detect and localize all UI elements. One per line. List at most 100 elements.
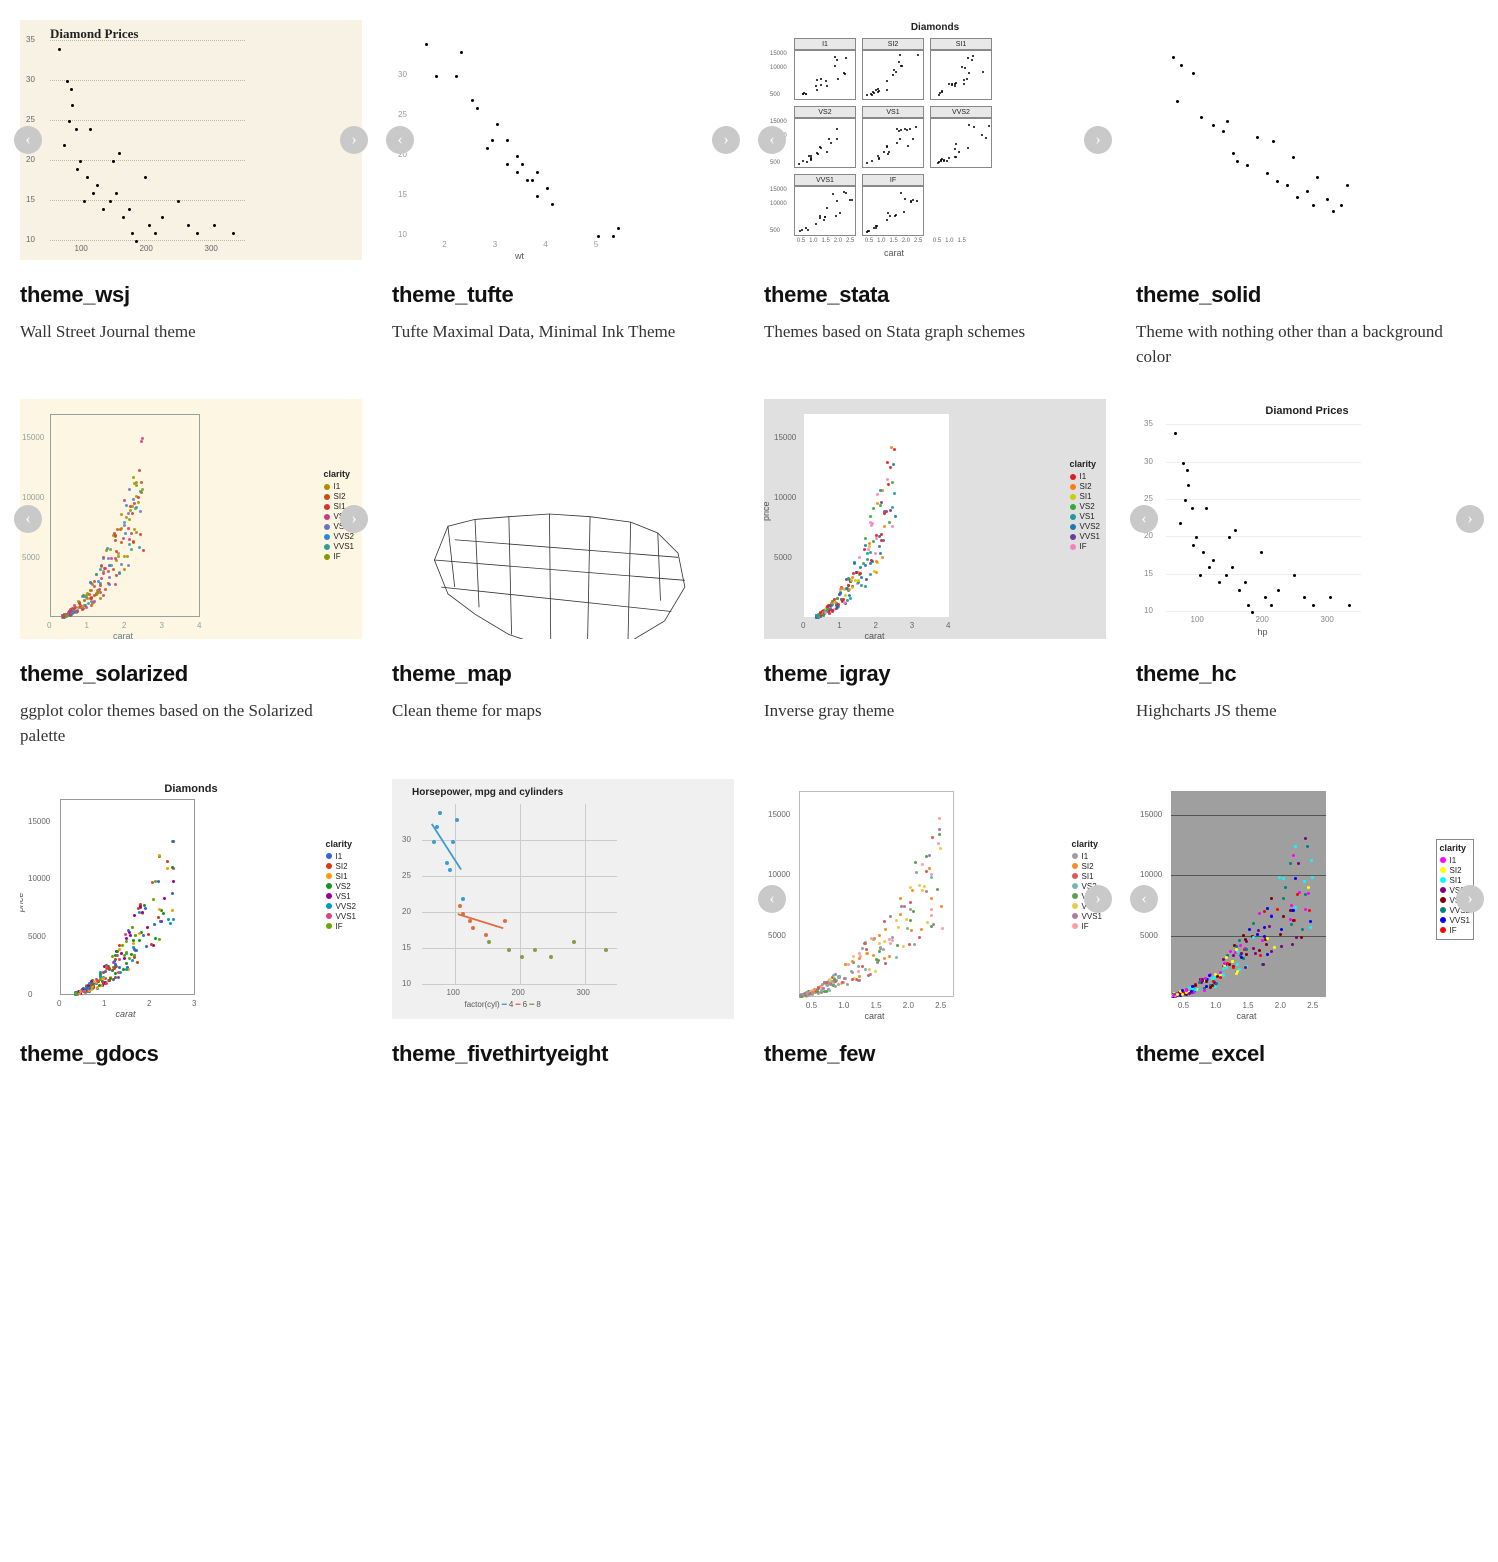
data-point <box>971 59 973 61</box>
data-point <box>1290 904 1293 907</box>
data-point <box>516 171 519 174</box>
carousel-next-icon[interactable]: › <box>712 126 740 154</box>
data-point <box>849 597 852 600</box>
x-tick: 300 <box>1321 615 1334 624</box>
carousel-prev-icon[interactable]: ‹ <box>386 126 414 154</box>
data-point <box>823 219 825 221</box>
data-point <box>506 139 509 142</box>
carousel-prev-icon[interactable]: ‹ <box>1130 885 1158 913</box>
y-tick: 15000 <box>770 119 787 125</box>
data-point <box>1238 589 1241 592</box>
carousel-next-icon[interactable]: › <box>340 505 368 533</box>
data-point <box>127 527 130 530</box>
carousel-prev-icon[interactable]: ‹ <box>14 505 42 533</box>
data-point <box>484 933 488 937</box>
y-tick: 500 <box>770 92 780 98</box>
data-point <box>878 157 880 159</box>
carousel-next-icon[interactable]: › <box>1456 505 1484 533</box>
theme-card-wsj: ‹› Diamond Prices101520253035100200300 t… <box>20 20 362 369</box>
carousel-prev-icon[interactable]: ‹ <box>1130 505 1158 533</box>
data-point <box>902 945 905 948</box>
theme-title[interactable]: theme_few <box>764 1041 1106 1067</box>
data-point <box>551 203 554 206</box>
y-tick: 10000 <box>28 874 50 883</box>
data-point <box>114 534 117 537</box>
data-point <box>888 521 891 524</box>
chart-thumbnail[interactable]: 0123450001000015000caratclarityI1SI2SI1V… <box>20 399 362 639</box>
theme-title[interactable]: theme_excel <box>1136 1041 1478 1067</box>
y-tick: 5000 <box>768 931 786 940</box>
data-point <box>870 937 873 940</box>
chart-thumbnail[interactable]: Diamond Prices101520253035100200300 <box>20 20 362 260</box>
chart-thumbnail[interactable]: 0.51.01.52.02.550001000015000caratclarit… <box>1136 779 1478 1019</box>
carousel-next-icon[interactable]: › <box>1084 126 1112 154</box>
chart-thumbnail[interactable] <box>1136 20 1478 260</box>
x-tick: 100 <box>447 988 460 997</box>
data-point <box>158 908 161 911</box>
theme-title[interactable]: theme_hc <box>1136 661 1478 687</box>
theme-title[interactable]: theme_fivethirtyeight <box>392 1041 734 1067</box>
theme-title[interactable]: theme_solid <box>1136 282 1478 308</box>
theme-title[interactable]: theme_tufte <box>392 282 734 308</box>
data-point <box>1222 130 1225 133</box>
data-point <box>1292 156 1295 159</box>
carousel-next-icon[interactable]: › <box>340 126 368 154</box>
carousel-next-icon[interactable]: › <box>1084 885 1112 913</box>
data-point <box>841 981 844 984</box>
data-point <box>893 492 896 495</box>
data-point <box>1252 936 1255 939</box>
data-point <box>109 200 112 203</box>
data-point <box>438 811 442 815</box>
data-point <box>476 107 479 110</box>
data-point <box>826 207 828 209</box>
theme-title[interactable]: theme_gdocs <box>20 1041 362 1067</box>
data-point <box>868 230 870 232</box>
theme-title[interactable]: theme_wsj <box>20 282 362 308</box>
x-tick: 300 <box>577 988 590 997</box>
data-point <box>1226 120 1229 123</box>
y-tick: 10000 <box>770 201 787 207</box>
theme-title[interactable]: theme_igray <box>764 661 1106 687</box>
y-tick: 25 <box>402 871 411 880</box>
chart-thumbnail[interactable]: Diamond Prices101520253035100200300hp <box>1136 399 1478 639</box>
carousel-next-icon[interactable]: › <box>1456 885 1484 913</box>
data-point <box>909 919 912 922</box>
data-point <box>881 556 884 559</box>
data-point <box>1203 989 1206 992</box>
data-point <box>1244 966 1247 969</box>
data-point <box>1260 551 1263 554</box>
facet-header: VS2 <box>794 106 856 118</box>
theme-title[interactable]: theme_map <box>392 661 734 687</box>
x-tick: 2.5 <box>1307 1001 1318 1010</box>
data-point <box>1252 947 1255 950</box>
data-point <box>503 919 507 923</box>
chart-thumbnail[interactable]: DiamondsI1SI2SI1VS2VS1VVS2VVS1IF0.50.50.… <box>764 20 1106 260</box>
chart-thumbnail[interactable]: Horsepower, mpg and cylinders10152025301… <box>392 779 734 1019</box>
chart-thumbnail[interactable]: 0.51.01.52.02.550001000015000caratclarit… <box>764 779 1106 1019</box>
x-tick: 0.5 <box>1178 1001 1189 1010</box>
chart-thumbnail[interactable]: Diamonds0123050001000015000caratpricecla… <box>20 779 362 1019</box>
data-point <box>1240 956 1243 959</box>
chart-thumbnail[interactable]: 10152025302345wt <box>392 20 734 260</box>
data-point <box>1312 604 1315 607</box>
carousel-prev-icon[interactable]: ‹ <box>758 126 786 154</box>
thumbnail-wrapper: 0123450001000015000caratpriceclarityI1SI… <box>764 399 1106 639</box>
data-point <box>1238 939 1241 942</box>
data-point <box>1186 469 1189 472</box>
data-point <box>826 85 828 87</box>
theme-title[interactable]: theme_stata <box>764 282 1106 308</box>
data-point <box>878 950 881 953</box>
carousel-prev-icon[interactable]: ‹ <box>758 885 786 913</box>
carousel-prev-icon[interactable]: ‹ <box>14 126 42 154</box>
data-point <box>81 595 84 598</box>
data-point <box>1270 915 1273 918</box>
data-point <box>1298 891 1301 894</box>
chart-thumbnail[interactable] <box>392 399 734 639</box>
data-point <box>1176 100 1179 103</box>
y-tick: 15000 <box>1140 810 1162 819</box>
theme-title[interactable]: theme_solarized <box>20 661 362 687</box>
data-point <box>842 598 845 601</box>
data-point <box>122 216 125 219</box>
thumbnail-wrapper <box>1136 20 1478 260</box>
chart-thumbnail[interactable]: 0123450001000015000caratpriceclarityI1SI… <box>764 399 1106 639</box>
